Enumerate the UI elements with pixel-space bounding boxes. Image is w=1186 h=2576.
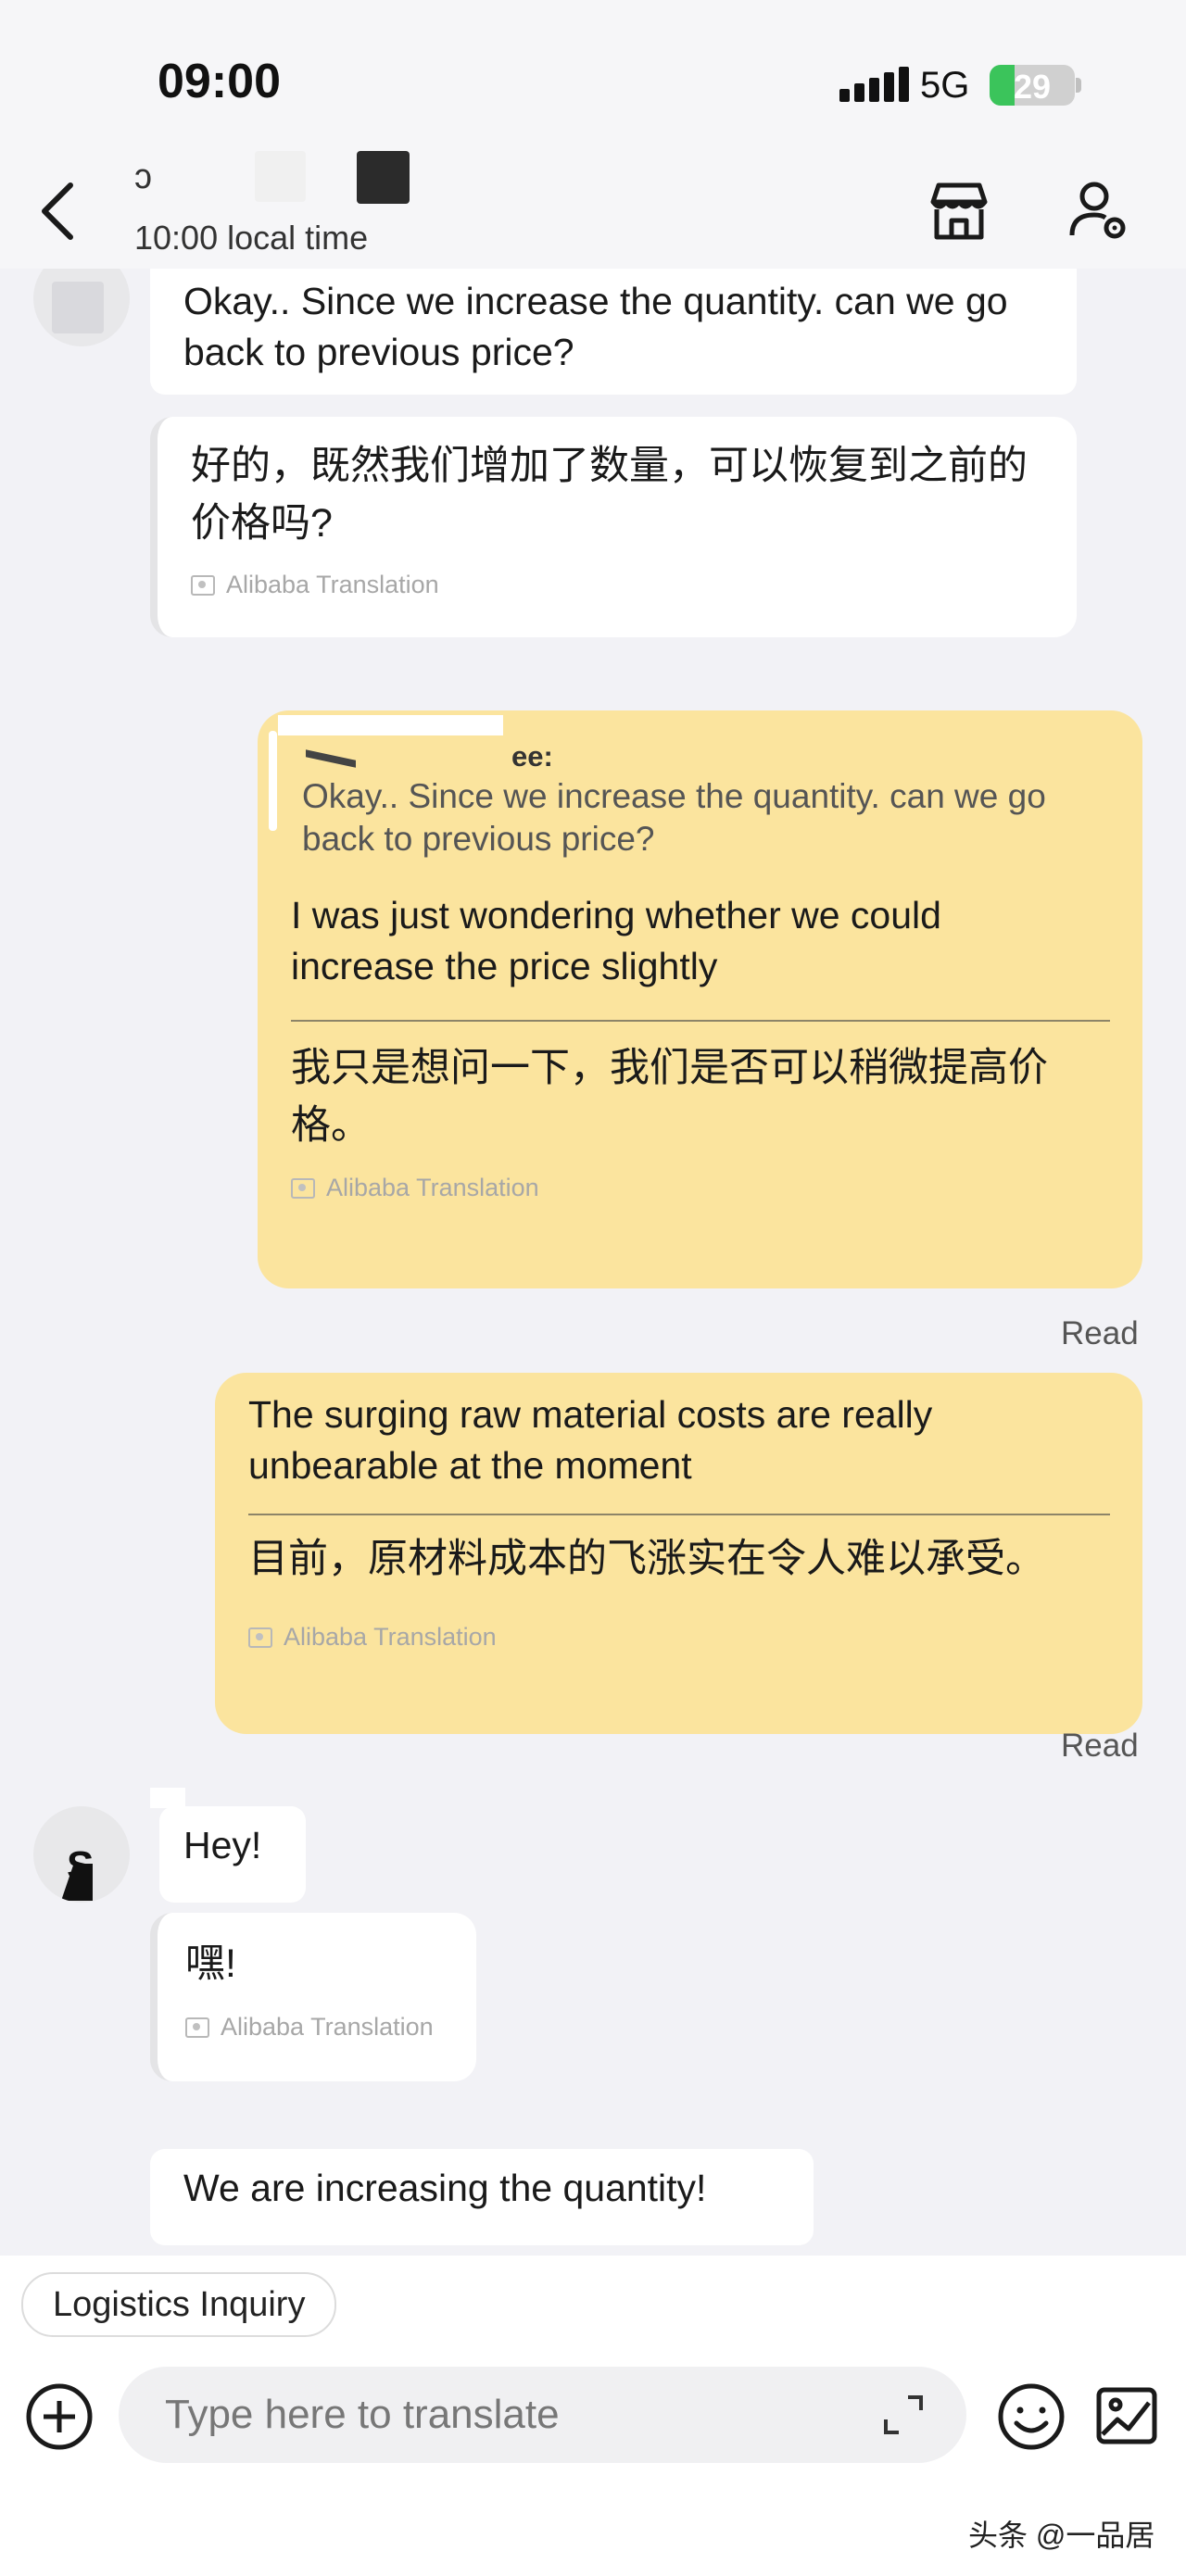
- logistics-inquiry-chip[interactable]: Logistics Inquiry: [21, 2272, 337, 2337]
- emoji-icon: [998, 2383, 1065, 2450]
- read-receipt: Read: [1061, 1315, 1139, 1351]
- translation-text: 好的，既然我们增加了数量，可以恢复到之前的价格吗?: [191, 444, 1028, 546]
- translation-card: 好的，既然我们增加了数量，可以恢复到之前的价格吗? Alibaba Transl…: [150, 417, 1077, 637]
- incoming-message-bubble[interactable]: We are increasing the quantity!: [150, 2149, 814, 2245]
- name-redaction: [306, 749, 356, 768]
- contact-name[interactable]: ɔ: [134, 157, 152, 197]
- outgoing-message-bubble[interactable]: ee: Okay.. Since we increase the quantit…: [258, 710, 1142, 1288]
- incoming-message-bubble[interactable]: Hey!: [159, 1806, 306, 1903]
- translation-label: Alibaba Translation: [191, 571, 1043, 599]
- message-text: Okay.. Since we increase the quantity. c…: [183, 280, 1008, 373]
- translation-label: Alibaba Translation: [291, 1174, 539, 1202]
- message-text: I was just wondering whether we could in…: [291, 894, 941, 987]
- local-time: 10:00 local time: [134, 219, 369, 257]
- outgoing-message-bubble[interactable]: The surging raw material costs are reall…: [215, 1373, 1142, 1734]
- translation-text: 嘿!: [185, 1941, 236, 1986]
- translation-divider: [291, 1020, 1110, 1022]
- plus-circle-icon: [26, 2383, 93, 2450]
- profile-settings-icon: [1069, 182, 1126, 239]
- message-input[interactable]: [119, 2367, 966, 2463]
- name-redaction: [357, 151, 410, 204]
- translate-icon: [191, 574, 215, 596]
- translate-icon: [248, 1627, 272, 1648]
- translation-divider: [248, 1514, 1110, 1515]
- photo-icon: [1096, 2387, 1157, 2444]
- signal-icon: [839, 67, 914, 102]
- message-text: We are increasing the quantity!: [183, 2167, 707, 2209]
- message-text: The surging raw material costs are reall…: [248, 1393, 933, 1487]
- translate-icon: [185, 2017, 209, 2038]
- battery-percent: 29: [1013, 68, 1052, 106]
- chevron-left-icon: [42, 182, 73, 240]
- name-redaction: [150, 1788, 185, 1808]
- network-label: 5G: [920, 65, 970, 106]
- incoming-message-bubble[interactable]: Okay.. Since we increase the quantity. c…: [150, 269, 1077, 395]
- photo-button[interactable]: [1093, 2382, 1160, 2449]
- quote-bar: [269, 731, 277, 831]
- read-receipt: Read: [1061, 1728, 1139, 1764]
- status-time: 09:00: [158, 55, 281, 108]
- name-redaction: [255, 151, 306, 202]
- quote-author: ee:: [511, 740, 553, 773]
- translation-card: 嘿! Alibaba Translation: [150, 1913, 476, 2081]
- chat-thread[interactable]: Okay.. Since we increase the quantity. c…: [0, 269, 1186, 2256]
- message-text: Hey!: [183, 1824, 262, 1866]
- contact-avatar[interactable]: [33, 269, 130, 346]
- watermark: 头条 @一品居: [968, 2519, 1155, 2552]
- quoted-message[interactable]: Okay.. Since we increase the quantity. c…: [302, 775, 1117, 861]
- translation-label: Alibaba Translation: [185, 2013, 452, 2042]
- battery-tip: [1076, 78, 1081, 93]
- expand-input-button[interactable]: [880, 2392, 927, 2438]
- translate-icon: [291, 1177, 315, 1199]
- store-icon: [930, 182, 988, 240]
- store-button[interactable]: [922, 174, 996, 248]
- name-redaction: [278, 715, 435, 735]
- profile-button[interactable]: [1061, 174, 1135, 248]
- name-redaction: [420, 715, 503, 735]
- back-button[interactable]: [28, 174, 93, 248]
- add-attachment-button[interactable]: [23, 2381, 95, 2453]
- battery-icon: 29: [990, 65, 1075, 106]
- expand-icon: [884, 2395, 923, 2434]
- emoji-button[interactable]: [995, 2381, 1067, 2453]
- translation-text: 我只是想问一下，我们是否可以稍微提高价格。: [291, 1046, 1048, 1148]
- translation-text: 目前，原材料成本的飞涨实在令人难以承受。: [248, 1537, 1045, 1581]
- contact-avatar[interactable]: S: [33, 1806, 130, 1903]
- translation-label: Alibaba Translation: [248, 1623, 497, 1652]
